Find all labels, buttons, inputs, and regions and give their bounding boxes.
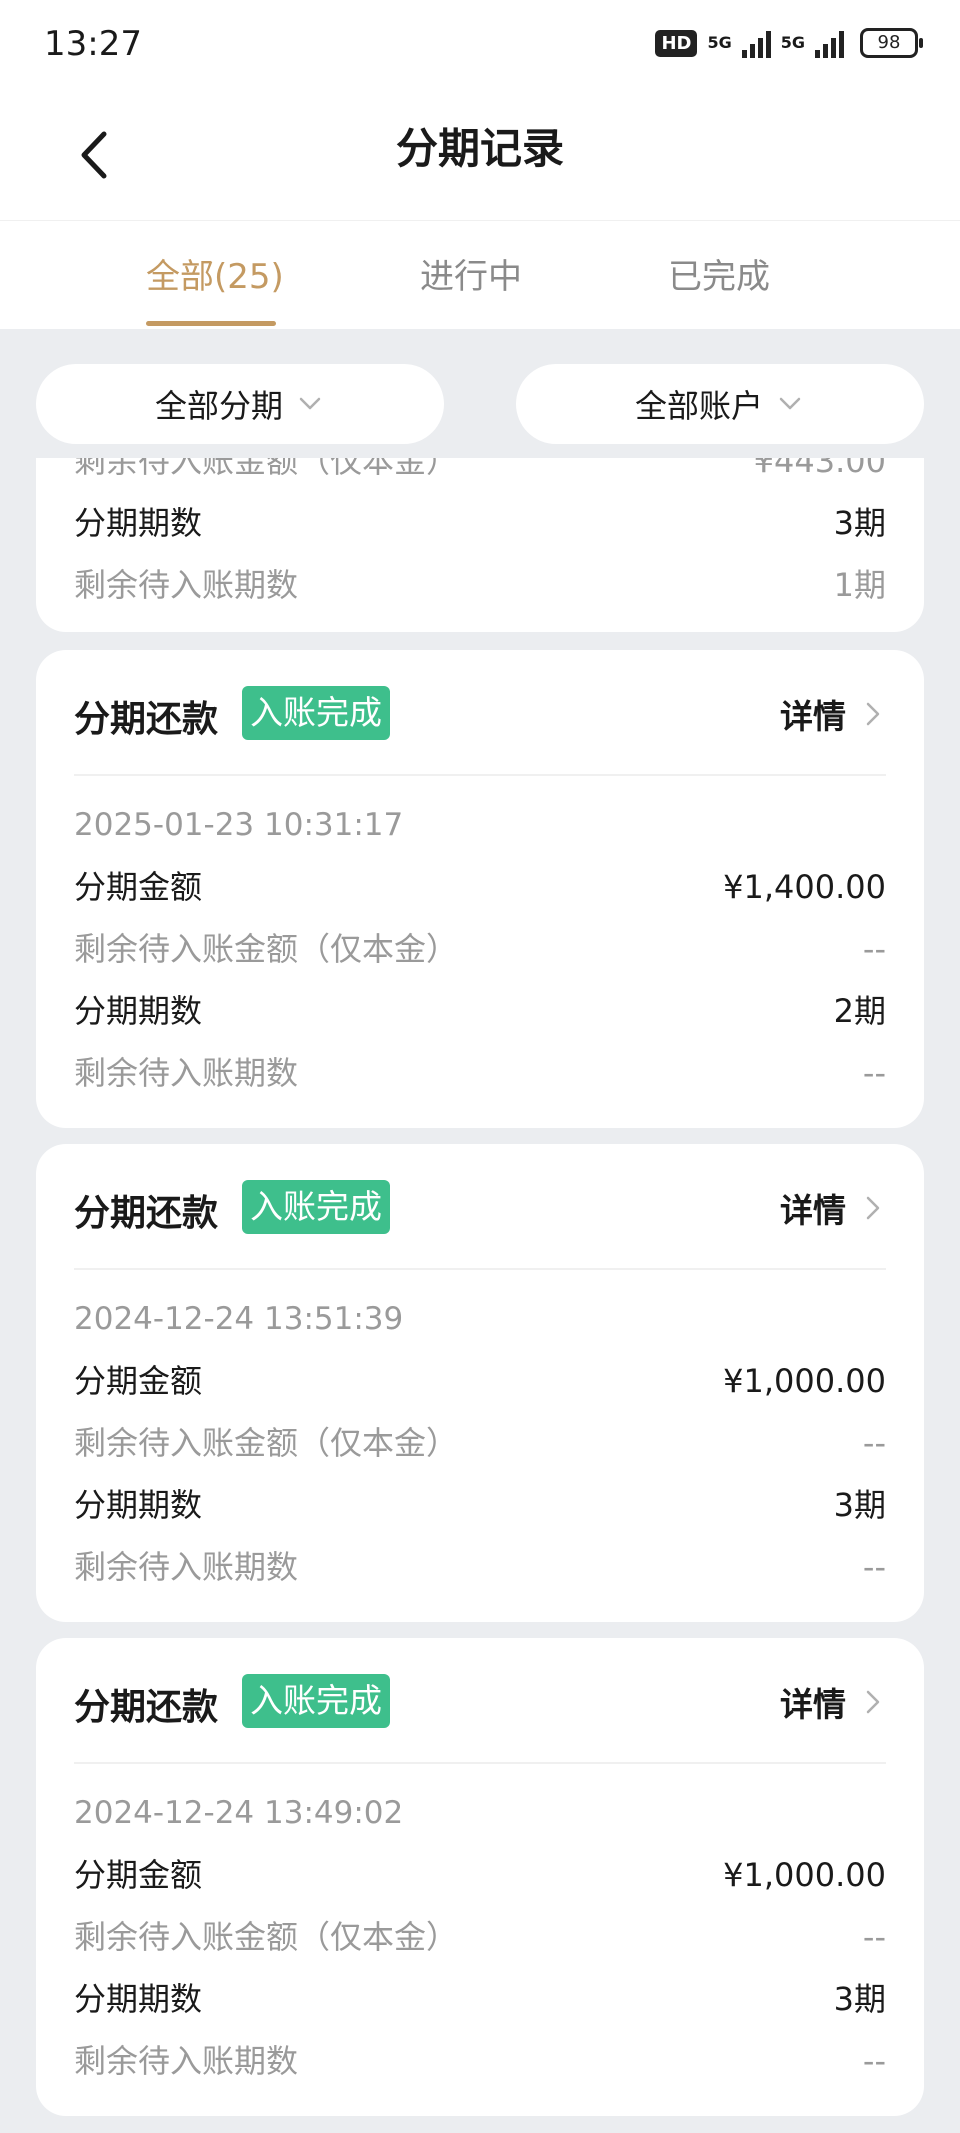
row-value: --	[862, 1548, 886, 1586]
detail-link[interactable]: 详情	[780, 1184, 886, 1232]
row-value: --	[862, 2042, 886, 2080]
remaining-periods-row: 剩余待入账期数 1期	[74, 554, 886, 616]
status-time: 13:27	[44, 24, 142, 64]
row-value: ¥1,000.00	[723, 1362, 886, 1400]
row-value: ¥443.00	[753, 458, 886, 480]
card-body: 2024-12-24 13:49:02 分期金额 ¥1,000.00 剩余待入账…	[36, 1764, 924, 2092]
installment-type-filter[interactable]: 全部分期	[36, 364, 444, 444]
account-filter[interactable]: 全部账户	[516, 364, 924, 444]
chevron-right-icon	[866, 702, 880, 726]
row-label: 剩余待入账金额（仅本金）	[74, 1424, 459, 1462]
row-value: 1期	[833, 566, 886, 604]
row-label: 分期期数	[74, 1980, 203, 2018]
installment-count-row: 分期期数 3期	[74, 1968, 886, 2030]
system-icons: HD 5G 5G 98	[655, 28, 923, 58]
row-value: --	[862, 1424, 886, 1462]
installment-amount-row: 分期金额 ¥1,000.00	[74, 1350, 886, 1412]
chevron-right-icon	[866, 1196, 880, 1220]
row-value: 3期	[833, 1486, 886, 1524]
installment-type-filter-label: 全部分期	[154, 387, 283, 425]
row-label: 剩余待入账期数	[74, 1054, 299, 1092]
remaining-periods-row: 剩余待入账期数 --	[74, 1042, 886, 1104]
row-label: 剩余待入账期数	[74, 566, 299, 604]
installment-amount-row: 分期金额 ¥1,000.00	[74, 1844, 886, 1906]
hd-voice-icon: HD	[655, 29, 698, 57]
row-label: 分期期数	[74, 504, 203, 542]
remaining-amount-row: 剩余待入账金额（仅本金） --	[74, 1412, 886, 1474]
row-label: 剩余待入账金额（仅本金）	[74, 930, 459, 968]
card-header: 分期还款 入账完成 详情	[74, 1144, 886, 1270]
detail-label: 详情	[780, 1685, 846, 1724]
row-value: --	[862, 930, 886, 968]
chevron-right-icon	[866, 1690, 880, 1714]
active-tab-indicator	[146, 321, 276, 326]
detail-label: 详情	[780, 697, 846, 736]
card-title: 分期还款	[74, 1687, 219, 1728]
row-label: 分期金额	[74, 868, 203, 906]
row-value: ¥1,400.00	[723, 868, 886, 906]
row-label: 分期金额	[74, 1362, 203, 1400]
network-type-label: 5G	[707, 33, 732, 52]
account-filter-label: 全部账户	[634, 387, 763, 425]
tab-completed[interactable]: 已完成	[668, 249, 770, 298]
row-label: 分期金额	[74, 1856, 203, 1894]
row-value: 2期	[833, 992, 886, 1030]
remaining-periods-row: 剩余待入账期数 --	[74, 2030, 886, 2092]
card-body: 剩余待入账金额（仅本金） ¥443.00 分期期数 3期 剩余待入账期数 1期	[74, 458, 886, 616]
status-badge: 入账完成	[242, 686, 390, 740]
record-date: 2024-12-24 13:49:02	[74, 1795, 404, 1831]
card-title: 分期还款	[74, 699, 219, 740]
installment-card[interactable]: 分期还款 入账完成 详情 2024-12-24 13:49:02 分期金额 ¥1…	[36, 1638, 924, 2116]
chevron-down-icon	[299, 397, 321, 410]
signal-strength-icon-2	[815, 28, 844, 58]
status-bar: 13:27 HD 5G 5G 98	[0, 0, 960, 90]
detail-label: 详情	[780, 1191, 846, 1230]
status-badge: 入账完成	[242, 1674, 390, 1728]
nav-header: 分期记录	[0, 90, 960, 220]
row-label: 分期期数	[74, 992, 203, 1030]
installment-count-row: 分期期数 3期	[74, 492, 886, 554]
row-label: 剩余待入账期数	[74, 2042, 299, 2080]
row-value: --	[862, 1054, 886, 1092]
record-date: 2024-12-24 13:51:39	[74, 1301, 404, 1337]
remaining-amount-row: 剩余待入账金额（仅本金） ¥443.00	[74, 458, 886, 492]
installment-amount-row: 分期金额 ¥1,400.00	[74, 856, 886, 918]
card-title: 分期还款	[74, 1193, 219, 1234]
remaining-amount-row: 剩余待入账金额（仅本金） --	[74, 1906, 886, 1968]
tab-all[interactable]: 全部(25)	[146, 249, 284, 298]
card-header: 分期还款 入账完成 详情	[74, 1638, 886, 1764]
chevron-down-icon	[779, 397, 801, 410]
installment-card[interactable]: 分期还款 入账完成 详情 2024-12-24 13:51:39 分期金额 ¥1…	[36, 1144, 924, 1622]
card-body: 2025-01-23 10:31:17 分期金额 ¥1,400.00 剩余待入账…	[36, 776, 924, 1104]
remaining-amount-row: 剩余待入账金额（仅本金） --	[74, 918, 886, 980]
row-value: --	[862, 1918, 886, 1956]
battery-icon: 98	[860, 28, 923, 58]
network-type-label-2: 5G	[780, 33, 805, 52]
row-label: 剩余待入账金额（仅本金）	[74, 458, 459, 480]
tab-in-progress[interactable]: 进行中	[420, 249, 522, 298]
installment-count-row: 分期期数 2期	[74, 980, 886, 1042]
installment-card[interactable]: 分期还款 入账完成 详情 2025-01-23 10:31:17 分期金额 ¥1…	[36, 650, 924, 1128]
row-label: 分期期数	[74, 1486, 203, 1524]
detail-link[interactable]: 详情	[780, 1678, 886, 1726]
detail-link[interactable]: 详情	[780, 690, 886, 738]
installment-count-row: 分期期数 3期	[74, 1474, 886, 1536]
installment-card-partial[interactable]: 剩余待入账金额（仅本金） ¥443.00 分期期数 3期 剩余待入账期数 1期	[36, 458, 924, 632]
row-value: 3期	[833, 1980, 886, 2018]
remaining-periods-row: 剩余待入账期数 --	[74, 1536, 886, 1598]
signal-strength-icon	[741, 28, 771, 58]
tab-bar: 全部(25) 进行中 已完成	[0, 220, 960, 329]
card-body: 2024-12-24 13:51:39 分期金额 ¥1,000.00 剩余待入账…	[36, 1270, 924, 1598]
row-label: 剩余待入账金额（仅本金）	[74, 1918, 459, 1956]
status-badge: 入账完成	[242, 1180, 390, 1234]
row-value: ¥1,000.00	[723, 1856, 886, 1894]
row-value: 3期	[833, 504, 886, 542]
page-title: 分期记录	[395, 124, 564, 173]
card-header: 分期还款 入账完成 详情	[74, 650, 886, 776]
record-date: 2025-01-23 10:31:17	[74, 807, 404, 843]
row-label: 剩余待入账期数	[74, 1548, 299, 1586]
